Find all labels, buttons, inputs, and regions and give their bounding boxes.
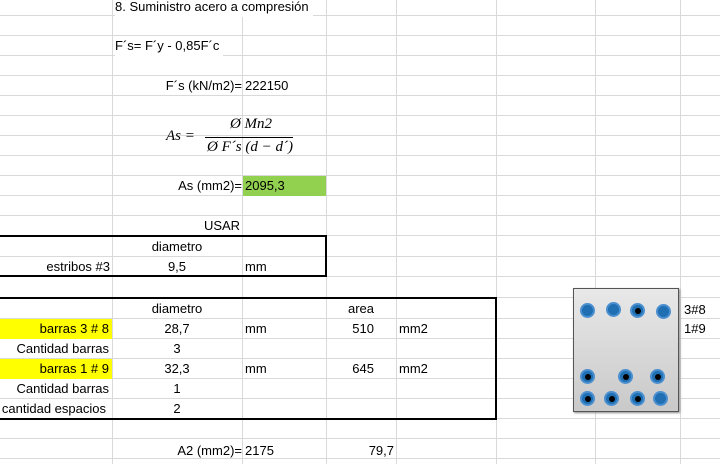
rebar-bottom-icon xyxy=(653,391,668,406)
section-label-1n9: 1#9 xyxy=(684,321,706,336)
fs-formula-text: F´s= F´y - 0,85F´c xyxy=(115,36,224,56)
estribos-header-diametro: diametro xyxy=(151,239,203,254)
as-formula-lhs: As = xyxy=(166,128,195,144)
cantidad-espacios-label: cantidad espacios xyxy=(1,401,106,416)
section-label-3n8: 3#8 xyxy=(684,302,706,317)
usar-label: USAR xyxy=(203,218,241,233)
as-value-cell[interactable]: 2095,3 xyxy=(243,176,326,196)
section-title: 8. Suministro acero a compresión xyxy=(115,0,313,17)
rebar-bottom-icon xyxy=(580,391,595,406)
beam-section-image[interactable] xyxy=(573,288,679,412)
estribos-unit: mm xyxy=(245,259,267,274)
cantidad-barras-label-1: Cantidad barras xyxy=(16,341,110,356)
estribos-row-label: estribos #3 xyxy=(46,259,110,274)
fs-value-cell[interactable]: 222150 xyxy=(245,76,288,96)
rebar-top-icon xyxy=(630,303,645,318)
rebar-bottom-icon xyxy=(650,369,665,384)
fraction-bar xyxy=(205,137,293,138)
rebar-top-icon xyxy=(580,303,595,318)
bars-diametro-1n9[interactable]: 32,3 xyxy=(112,359,242,379)
as-formula-denominator: Ø F´s (d − d´) xyxy=(207,139,293,155)
cantidad-barras-value-2[interactable]: 1 xyxy=(112,379,242,399)
as-label: As (mm2)= xyxy=(178,178,242,193)
bars-header-area: area xyxy=(347,301,375,316)
bars-unit-mm-1n9: mm xyxy=(245,361,267,376)
estribos-diametro-cell[interactable]: 9,5 xyxy=(112,257,242,277)
rebar-bottom-icon xyxy=(580,369,595,384)
a2-value-cell[interactable]: 2175 xyxy=(245,441,274,461)
fs-label: F´s (kN/m2)= xyxy=(165,78,242,93)
bars-unit-mm2-1n9: mm2 xyxy=(399,361,428,376)
bars-area-3n8[interactable]: 510 xyxy=(326,319,374,339)
rebar-bottom-icon xyxy=(618,369,633,384)
bars-header-diametro: diametro xyxy=(151,301,203,316)
rebar-top-icon xyxy=(656,304,671,319)
cantidad-barras-value-1[interactable]: 3 xyxy=(112,339,242,359)
bars-area-1n9[interactable]: 645 xyxy=(326,359,374,379)
a2-extra-cell[interactable]: 79,7 xyxy=(326,441,394,461)
bars-diametro-3n8[interactable]: 28,7 xyxy=(112,319,242,339)
bars-unit-mm2-3n8: mm2 xyxy=(399,321,428,336)
rebar-bottom-icon xyxy=(604,391,619,406)
rebar-bottom-icon xyxy=(630,391,645,406)
bars-unit-mm-3n8: mm xyxy=(245,321,267,336)
as-formula-numerator: Ø Mn2 xyxy=(229,116,273,132)
rebar-top-icon xyxy=(606,302,621,317)
cantidad-espacios-value[interactable]: 2 xyxy=(112,399,242,419)
cantidad-barras-label-2: Cantidad barras xyxy=(16,381,110,396)
bars-row-label-1n9: barras 1 # 9 xyxy=(0,359,112,379)
bars-row-label-3n8: barras 3 # 8 xyxy=(0,319,112,339)
a2-label: A2 (mm2)= xyxy=(177,443,242,458)
